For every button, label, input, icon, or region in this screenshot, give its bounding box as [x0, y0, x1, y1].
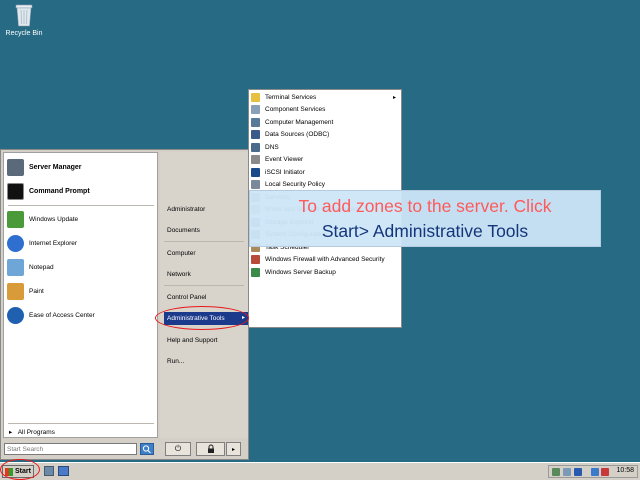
start-item-notepad[interactable]: Notepad: [7, 257, 155, 277]
admin-tool-label: Windows Firewall with Advanced Security: [265, 256, 385, 263]
admin-tool-label: DNS: [265, 143, 279, 151]
start-right-network[interactable]: Network: [167, 268, 245, 281]
highlight-start-button: [0, 459, 40, 480]
admin-tool-item[interactable]: Computer Management: [251, 116, 399, 128]
chevron-right-icon: ▸: [9, 429, 13, 436]
start-item-server-manager[interactable]: Server Manager: [7, 157, 155, 177]
firewall-icon: [251, 255, 260, 264]
start-item-label: Paint: [29, 287, 44, 295]
admin-tool-label: Terminal Services: [265, 93, 317, 101]
admin-tool-item[interactable]: Data Sources (ODBC): [251, 129, 399, 141]
start-item-paint[interactable]: Paint: [7, 281, 155, 301]
start-item-ease-of-access[interactable]: Ease of Access Center: [7, 305, 155, 325]
start-menu-places: Administrator Documents Computer Network…: [160, 152, 248, 438]
admin-tool-label: Event Viewer: [265, 156, 304, 163]
instruction-line-1: To add zones to the server. Click: [298, 196, 552, 216]
recycle-bin[interactable]: Recycle Bin: [4, 2, 44, 37]
start-item-label: Command Prompt: [29, 187, 90, 195]
admin-tool-label: iSCSI Initiator: [265, 168, 305, 176]
event-viewer-icon: [251, 155, 260, 164]
menu-separator: [164, 241, 244, 242]
server-manager-quicklaunch-icon[interactable]: [44, 466, 54, 476]
admin-tool-label: Data Sources (ODBC): [265, 131, 330, 138]
all-programs-button[interactable]: ▸ All Programs: [9, 428, 55, 436]
admin-tool-label: Local Security Policy: [265, 181, 325, 188]
menu-separator: [164, 285, 244, 286]
start-right-help-and-support[interactable]: Help and Support: [167, 334, 245, 347]
admin-tool-item[interactable]: Windows Firewall with Advanced Security: [251, 254, 399, 266]
paint-icon: [7, 282, 24, 300]
data-sources-icon: [251, 130, 260, 139]
start-menu-programs: Server Manager Command Prompt Windows Up…: [3, 152, 158, 438]
start-right-computer[interactable]: Computer: [167, 247, 245, 260]
folder-icon: [251, 92, 260, 102]
iscsi-initiator-icon: [251, 167, 260, 177]
start-item-label: Server Manager: [29, 163, 82, 171]
start-item-command-prompt[interactable]: Command Prompt: [7, 181, 155, 201]
chevron-right-icon: ▸: [392, 94, 396, 101]
computer-management-icon: [251, 117, 260, 127]
start-right-documents[interactable]: Documents: [167, 224, 245, 237]
start-item-label: Ease of Access Center: [29, 311, 95, 319]
instruction-callout: To add zones to the server. Click Start>…: [249, 190, 601, 247]
search-button[interactable]: [140, 443, 154, 455]
power-button[interactable]: ⏻: [165, 442, 191, 456]
admin-tool-label: Computer Management: [265, 118, 334, 126]
admin-tool-label: Windows Server Backup: [265, 268, 336, 276]
ease-of-access-icon: [7, 306, 24, 324]
shutdown-options-button[interactable]: ▸: [226, 442, 241, 456]
admin-tool-item[interactable]: iSCSI Initiator: [251, 166, 399, 178]
start-item-label: Windows Update: [29, 215, 79, 223]
network-icon[interactable]: [552, 468, 560, 476]
admin-tool-item[interactable]: Event Viewer: [251, 154, 399, 166]
server-backup-icon: [251, 267, 260, 277]
show-desktop-icon[interactable]: [58, 466, 69, 476]
start-item-label: Internet Explorer: [29, 239, 78, 247]
admin-tool-label: Component Services: [265, 106, 326, 113]
lock-icon: [207, 444, 214, 453]
admin-tool-item[interactable]: DNS: [251, 141, 399, 153]
volume-icon[interactable]: [591, 468, 599, 476]
admin-tool-item[interactable]: Terminal Services ▸: [251, 91, 399, 103]
start-search-input[interactable]: Start Search: [4, 443, 137, 455]
taskbar: Start 10:58: [0, 462, 640, 480]
recycle-bin-label: Recycle Bin: [5, 30, 43, 37]
menu-separator: [8, 423, 154, 424]
all-programs-label: All Programs: [17, 429, 55, 436]
update-icon[interactable]: [574, 468, 582, 476]
system-tray: 10:58: [548, 465, 638, 478]
command-prompt-icon: [7, 182, 24, 200]
start-right-control-panel[interactable]: Control Panel: [167, 291, 245, 304]
start-menu: Server Manager Command Prompt Windows Up…: [0, 149, 249, 460]
component-services-icon: [251, 105, 260, 114]
notepad-icon: [7, 258, 24, 276]
server-manager-icon: [7, 158, 24, 176]
start-right-run[interactable]: Run...: [167, 355, 245, 368]
recycle-bin-icon: [13, 2, 35, 28]
local-security-policy-icon: [251, 180, 260, 189]
lock-button[interactable]: [196, 442, 225, 456]
windows-update-icon: [7, 210, 24, 228]
menu-separator: [8, 205, 154, 206]
admin-tool-item[interactable]: Windows Server Backup: [251, 266, 399, 278]
monitor-icon[interactable]: [563, 468, 571, 476]
chevron-right-icon: ▸: [231, 447, 235, 453]
start-item-windows-update[interactable]: Windows Update: [7, 209, 155, 229]
start-item-internet-explorer[interactable]: Internet Explorer: [7, 233, 155, 253]
admin-tool-item[interactable]: Component Services: [251, 104, 399, 116]
highlight-administrative-tools: [155, 306, 249, 330]
start-item-label: Notepad: [29, 263, 54, 271]
security-icon[interactable]: [601, 468, 609, 476]
search-icon: [142, 445, 151, 454]
start-right-administrator[interactable]: Administrator: [167, 203, 245, 216]
dns-icon: [251, 142, 260, 152]
instruction-line-2: Start> Administrative Tools: [321, 221, 529, 241]
clock[interactable]: 10:58: [616, 467, 634, 474]
power-icon: ⏻: [174, 444, 182, 453]
internet-explorer-icon: [7, 234, 24, 252]
admin-tool-item[interactable]: Local Security Policy: [251, 179, 399, 191]
